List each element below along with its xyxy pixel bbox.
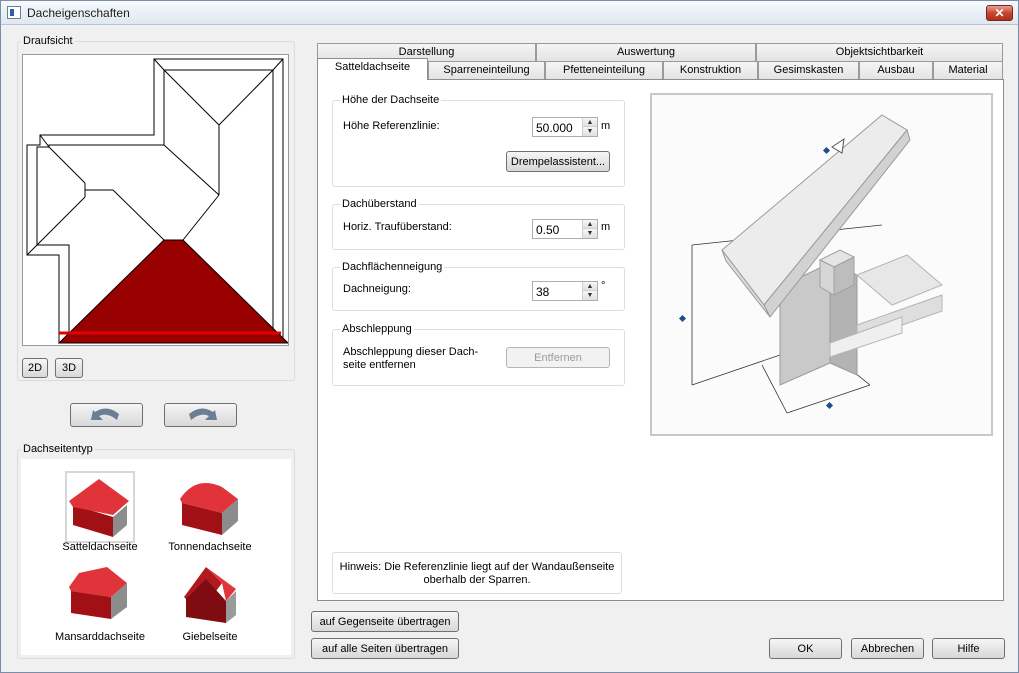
roof-plan-drawing (26, 58, 290, 344)
cancel-button[interactable]: Abbrechen (851, 638, 924, 659)
tab-material[interactable]: Material (933, 61, 1003, 79)
roof-type-mansard-tile[interactable] (65, 561, 135, 633)
tab-konstruktion[interactable]: Konstruktion (663, 61, 758, 79)
overhang-spin-up-icon[interactable]: ▲ (583, 220, 597, 229)
drag-group-label: Abschleppung (340, 323, 414, 335)
gable-side-icon (184, 567, 236, 623)
overhang-group-label: Dachüberstand (340, 198, 419, 210)
view-3d-button[interactable]: 3D (55, 358, 83, 378)
rotate-left-button[interactable] (70, 403, 143, 427)
height-value[interactable]: 50.000 (536, 121, 573, 135)
height-group (332, 100, 625, 187)
pitch-spin-down-icon[interactable]: ▼ (583, 291, 597, 300)
roof-type-gable-label[interactable]: Giebelseite (150, 631, 270, 643)
rotate-right-icon (188, 408, 217, 420)
pitch-value[interactable]: 38 (536, 285, 549, 299)
roof-type-group-label: Dachseitentyp (21, 443, 95, 455)
roof-type-gable-tile[interactable] (176, 561, 246, 633)
height-spinbox[interactable]: 50.000 ▲ ▼ (532, 117, 598, 137)
tab-ausbau[interactable]: Ausbau (859, 61, 933, 79)
topview-group-label: Draufsicht (21, 35, 75, 47)
drempel-assistant-button[interactable]: Drempelassistent... (506, 151, 610, 172)
app-window-icon (7, 6, 21, 19)
height-spin-down-icon[interactable]: ▼ (583, 127, 597, 136)
drag-text-line2: seite entfernen (343, 359, 416, 371)
tab-objektsichtbarkeit[interactable]: Objektsichtbarkeit (756, 43, 1003, 61)
hint-text-line2: oberhalb der Sparren. (423, 574, 531, 586)
roof-type-barrel-tile[interactable] (176, 473, 246, 545)
overhang-value[interactable]: 0.50 (536, 223, 559, 237)
dialog-window: Dacheigenschaften ✕ Draufsicht 2D 3D Dac… (0, 0, 1019, 673)
roof-type-saddle-label[interactable]: Satteldachseite (40, 541, 160, 553)
close-button[interactable]: ✕ (986, 5, 1013, 21)
view-2d-button[interactable]: 2D (22, 358, 48, 378)
saddle-roof-icon (69, 479, 129, 537)
tab-sparreneinteilung[interactable]: Sparreneinteilung (428, 61, 545, 79)
roof-section-drawing (678, 114, 943, 414)
height-spin-arrows[interactable]: ▲ ▼ (582, 118, 597, 136)
roof-type-barrel-label[interactable]: Tonnendachseite (150, 541, 270, 553)
tab-pfetteneinteilung[interactable]: Pfetteneinteilung (545, 61, 663, 79)
pitch-spin-arrows[interactable]: ▲ ▼ (582, 282, 597, 300)
roof-type-list: Satteldachseite Tonnendachseite Mansardd… (21, 459, 291, 655)
rotate-left-icon (90, 408, 119, 420)
title-bar[interactable]: Dacheigenschaften ✕ (1, 1, 1018, 25)
help-button[interactable]: Hilfe (932, 638, 1005, 659)
overhang-spin-down-icon[interactable]: ▼ (583, 229, 597, 238)
overhang-spinbox[interactable]: 0.50 ▲ ▼ (532, 219, 598, 239)
overhang-spin-arrows[interactable]: ▲ ▼ (582, 220, 597, 238)
barrel-roof-icon (180, 483, 238, 535)
height-spin-up-icon[interactable]: ▲ (583, 118, 597, 127)
tab-gesimskasten[interactable]: Gesimskasten (758, 61, 859, 79)
drag-text-line1: Abschleppung dieser Dach- (343, 346, 479, 358)
pitch-field-label: Dachneigung: (343, 283, 411, 295)
pitch-unit: ° (601, 280, 606, 292)
topview-canvas[interactable] (22, 54, 290, 346)
hint-text-line1: Hinweis: Die Referenzlinie liegt auf der… (339, 561, 615, 573)
window-title: Dacheigenschaften (27, 6, 130, 20)
pitch-group-label: Dachflächenneigung (340, 261, 445, 273)
tab-satteldachseite[interactable]: Satteldachseite (317, 58, 428, 80)
height-group-label: Höhe der Dachseite (340, 94, 442, 106)
roof-type-mansard-label[interactable]: Mansarddachseite (40, 631, 160, 643)
transfer-all-button[interactable]: auf alle Seiten übertragen (311, 638, 459, 659)
remove-drag-button[interactable]: Entfernen (506, 347, 610, 368)
roof-type-saddle-tile[interactable] (65, 471, 135, 543)
overhang-unit: m (601, 221, 611, 233)
ok-button[interactable]: OK (769, 638, 842, 659)
height-field-label: Höhe Referenzlinie: (343, 120, 440, 132)
height-unit: m (601, 120, 611, 132)
pitch-spin-up-icon[interactable]: ▲ (583, 282, 597, 291)
pitch-spinbox[interactable]: 38 ▲ ▼ (532, 281, 598, 301)
rotate-right-button[interactable] (164, 403, 237, 427)
overhang-field-label: Horiz. Traufüberstand: (343, 221, 452, 233)
tab-auswertung[interactable]: Auswertung (536, 43, 756, 61)
roof-section-preview (650, 93, 993, 436)
tab-panel: Höhe der Dachseite Höhe Referenzlinie: 5… (317, 79, 1004, 601)
hint-box: Hinweis: Die Referenzlinie liegt auf der… (332, 552, 622, 594)
mansard-roof-icon (69, 567, 127, 619)
transfer-opposite-button[interactable]: auf Gegenseite übertragen (311, 611, 459, 632)
